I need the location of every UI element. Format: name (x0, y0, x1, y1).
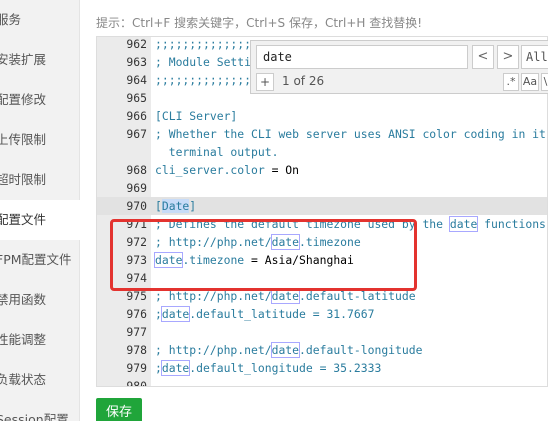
line-text: date.timezone = Asia/Shanghai (153, 252, 354, 268)
code-line[interactable]: 966 [CLI Server] (97, 107, 547, 125)
line-text: ;date.default_latitude = 31.7667 (155, 306, 375, 322)
code-line[interactable]: 976 ;date.default_latitude = 31.7667 (97, 305, 547, 323)
toggle-replace-button[interactable]: + (256, 73, 274, 91)
search-input[interactable]: date (256, 45, 468, 69)
search-prev-button[interactable]: < (472, 45, 494, 69)
search-all-button[interactable]: All (521, 45, 548, 69)
sidebar-item-fpm-config[interactable]: FPM配置文件 (0, 240, 80, 280)
code-line[interactable]: 979 ;date.default_longitude = 35.2333 (97, 359, 547, 377)
line-text: ; http://php.net/date.default-latitude (155, 288, 416, 304)
line-number: 962 (126, 37, 147, 51)
code-line[interactable]: 968 cli_server.color = On (97, 161, 547, 179)
line-text: [Date] (155, 199, 197, 213)
sidebar-item-install-extension[interactable]: 安装扩展 (0, 40, 80, 80)
line-number: 979 (126, 361, 147, 375)
whole-word-toggle[interactable]: \b (541, 73, 548, 91)
line-number: 964 (126, 73, 147, 87)
line-number: 970 (126, 199, 147, 213)
sidebar-item-timeout-limit[interactable]: 超时限制 (0, 160, 80, 200)
sidebar-item-disabled-functions[interactable]: 禁用函数 (0, 280, 80, 320)
line-text: terminal output. (155, 145, 279, 159)
line-number: 966 (126, 109, 147, 123)
line-text: cli_server.color = On (155, 163, 300, 177)
code-line[interactable]: 977 (97, 323, 547, 341)
code-line[interactable]: 978 ; http://php.net/date.default-longitu… (97, 341, 547, 359)
line-number: 975 (126, 289, 147, 303)
line-text: [CLI Server] (155, 109, 238, 123)
line-number: 974 (126, 271, 147, 285)
line-text: ;date.default_longitude = 35.2333 (155, 360, 382, 376)
line-number: 980 (126, 379, 147, 387)
code-line[interactable]: 971 ; Defines the default timezone used b… (97, 215, 547, 233)
chevron-left-icon: < (477, 49, 489, 64)
shortcut-hint: 提示：Ctrl+F 搜索关键字，Ctrl+S 保存，Ctrl+H 查找替换! (96, 16, 423, 30)
line-text: ; http://php.net/date.timezone (155, 234, 361, 250)
search-next-button[interactable]: > (497, 45, 519, 69)
sidebar-item-upload-limit[interactable]: 上传限制 (0, 120, 80, 160)
line-number: 963 (126, 55, 147, 69)
chevron-right-icon: > (502, 49, 514, 64)
line-number: 973 (126, 253, 147, 267)
search-panel: date < > All + 1 of 26 .* Aa \b (250, 40, 548, 94)
sidebar-item-performance[interactable]: 性能调整 (0, 320, 80, 360)
sidebar-item-config-file[interactable]: 配置文件 (0, 200, 80, 240)
sidebar-item-load-status[interactable]: 负载状态 (0, 360, 80, 400)
line-number: 968 (126, 163, 147, 177)
search-match-count: 1 of 26 (282, 74, 325, 88)
line-number: 967 (126, 127, 147, 141)
sidebar: 服务 安装扩展 配置修改 上传限制 超时限制 配置文件 FPM配置文件 禁用函数… (0, 0, 80, 421)
code-line[interactable]: 969 (97, 179, 547, 197)
regex-toggle[interactable]: .* (503, 73, 519, 91)
line-number: 969 (126, 181, 147, 195)
code-line[interactable]: 967 ; Whether the CLI web server uses ANS… (97, 125, 548, 143)
code-line[interactable]: 970 [Date] (97, 197, 547, 215)
code-line[interactable]: terminal output. (97, 143, 547, 161)
line-number: 972 (126, 235, 147, 249)
case-sensitive-toggle[interactable]: Aa (521, 73, 539, 91)
line-text: ; Defines the default timezone used by t… (155, 216, 546, 232)
code-line[interactable]: 980 (97, 377, 547, 387)
line-text: ; Whether the CLI web server uses ANSI c… (155, 127, 548, 141)
line-number: 965 (126, 91, 147, 105)
sidebar-item-session-config[interactable]: Session配置 (0, 400, 80, 421)
line-number: 978 (126, 343, 147, 357)
line-number: 977 (126, 325, 147, 339)
line-number: 976 (126, 307, 147, 321)
code-line[interactable]: 973 date.timezone = Asia/Shanghai (97, 251, 547, 269)
line-number: 971 (126, 217, 147, 231)
code-line[interactable]: 974 (97, 269, 547, 287)
sidebar-item-config-modify[interactable]: 配置修改 (0, 80, 80, 120)
save-button[interactable]: 保存 (96, 398, 142, 421)
code-line[interactable]: 975 ; http://php.net/date.default-latitud… (97, 287, 547, 305)
code-line[interactable]: 972 ; http://php.net/date.timezone (97, 233, 547, 251)
line-text: ; http://php.net/date.default-longitude (155, 342, 423, 358)
sidebar-item-service[interactable]: 服务 (0, 0, 80, 40)
